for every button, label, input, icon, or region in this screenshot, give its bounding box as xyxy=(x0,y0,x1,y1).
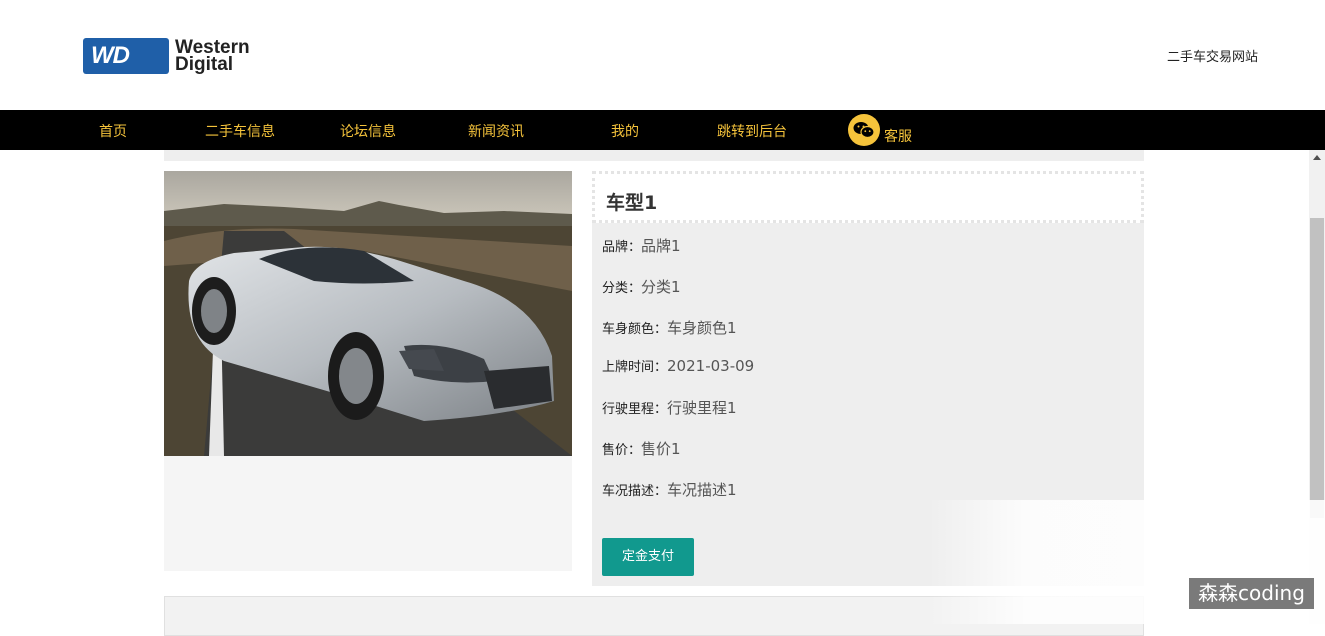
logo-badge: WD xyxy=(83,38,169,74)
field-category: 分类：分类1 xyxy=(602,276,681,297)
field-value: 分类1 xyxy=(641,278,681,296)
field-label: 行驶里程： xyxy=(602,402,668,417)
logo-line2: Digital xyxy=(175,54,234,75)
field-label: 车身颜色： xyxy=(602,322,668,337)
field-body-color: 车身颜色：车身颜色1 xyxy=(602,317,737,338)
car-title-box: 车型1 xyxy=(592,171,1144,223)
field-value: 车况描述1 xyxy=(667,481,737,499)
western-digital-logo[interactable]: WD Western Digital xyxy=(83,38,273,76)
content-top-strip xyxy=(164,150,1144,161)
field-value: 车身颜色1 xyxy=(667,319,737,337)
field-label: 车况描述： xyxy=(602,484,668,499)
field-label: 售价： xyxy=(602,443,642,458)
nav-item-admin[interactable]: 跳转到后台 xyxy=(717,121,787,141)
field-registration-date: 上牌时间：2021-03-09 xyxy=(602,356,754,375)
field-condition: 车况描述：车况描述1 xyxy=(602,479,737,500)
nav-item-news[interactable]: 新闻资讯 xyxy=(468,121,524,141)
site-title: 二手车交易网站 xyxy=(1167,50,1259,65)
deposit-pay-button[interactable]: 定金支付 xyxy=(602,538,694,576)
watermark-label: 森森coding xyxy=(1189,578,1314,609)
field-value: 2021-03-09 xyxy=(667,357,755,375)
customer-service-label[interactable]: 客服 xyxy=(884,126,912,146)
car-title: 车型1 xyxy=(606,192,658,214)
field-label: 品牌： xyxy=(602,240,642,255)
logo-mark: WD xyxy=(91,42,130,69)
nav-item-mine[interactable]: 我的 xyxy=(611,121,639,141)
field-value: 售价1 xyxy=(641,440,681,458)
main-nav xyxy=(0,110,1325,150)
nav-item-forum[interactable]: 论坛信息 xyxy=(340,121,396,141)
wechat-icon[interactable] xyxy=(848,114,880,146)
nav-item-used-cars[interactable]: 二手车信息 xyxy=(205,121,275,141)
car-photo xyxy=(164,171,572,456)
field-label: 分类： xyxy=(602,281,642,296)
field-label: 上牌时间： xyxy=(602,360,668,375)
field-brand: 品牌：品牌1 xyxy=(602,235,681,256)
field-price: 售价：售价1 xyxy=(602,438,681,459)
scroll-up-arrow-icon[interactable] xyxy=(1313,155,1321,160)
site-header: WD Western Digital 二手车交易网站 xyxy=(0,0,1325,110)
logo-text: Western Digital xyxy=(175,38,250,75)
field-value: 品牌1 xyxy=(641,237,681,255)
image-panel xyxy=(164,171,572,571)
field-value: 行驶里程1 xyxy=(667,399,737,417)
field-mileage: 行驶里程：行驶里程1 xyxy=(602,397,737,418)
scrollbar-thumb[interactable] xyxy=(1310,218,1324,518)
nav-item-home[interactable]: 首页 xyxy=(99,121,127,141)
